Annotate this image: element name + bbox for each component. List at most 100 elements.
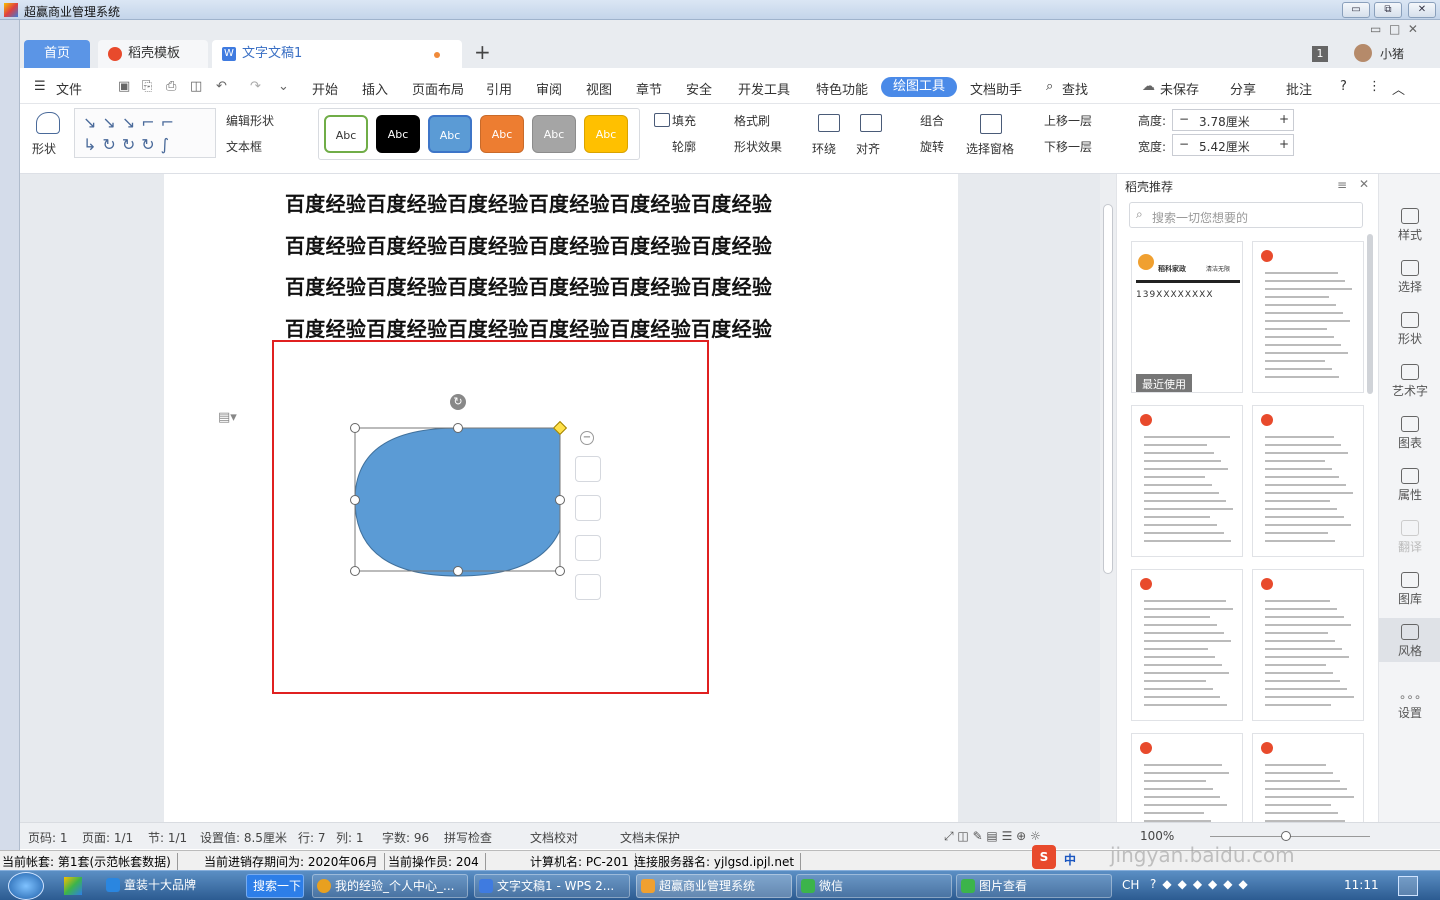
share-button[interactable]: 分享: [1230, 79, 1256, 98]
sogou-ime-icon[interactable]: S: [1032, 845, 1056, 869]
tool-style[interactable]: 样式: [1379, 208, 1440, 243]
fill-button[interactable]: 填充: [672, 112, 696, 129]
menu-review[interactable]: 审阅: [536, 79, 562, 98]
shape-gallery[interactable]: ↘↘↘⌐⌐ ↳↻↻↻∫: [74, 108, 216, 158]
shape-effect-button[interactable]: 形状效果: [734, 138, 782, 155]
undo-icon[interactable]: ↶: [216, 79, 227, 94]
pane-menu-icon[interactable]: ≡: [1337, 178, 1347, 192]
tool-theme[interactable]: 风格: [1379, 618, 1440, 662]
menu-layout[interactable]: 页面布局: [412, 79, 464, 98]
menu-search[interactable]: 查找: [1062, 79, 1088, 98]
menu-drawing-tools[interactable]: 绘图工具: [881, 77, 958, 97]
resize-handle[interactable]: [350, 495, 360, 505]
lang-indicator[interactable]: CH: [1122, 878, 1139, 892]
pane-close-icon[interactable]: ✕: [1359, 177, 1369, 191]
menu-doc-assistant[interactable]: 文档助手: [970, 79, 1022, 98]
wrap-button[interactable]: 环绕: [812, 140, 836, 157]
menu-chapter[interactable]: 章节: [636, 79, 662, 98]
outline-float-icon[interactable]: [575, 535, 601, 561]
resize-handle[interactable]: [555, 566, 565, 576]
pane-scrollbar[interactable]: [1367, 234, 1373, 394]
user-name[interactable]: 小猪: [1380, 45, 1404, 62]
send-backward-button[interactable]: 下移一层: [1044, 138, 1092, 155]
taskbar-item[interactable]: 图片查看: [956, 874, 1112, 898]
template-card[interactable]: [1252, 241, 1364, 393]
rotate-handle-icon[interactable]: ↻: [450, 394, 466, 410]
status-words[interactable]: 字数: 96: [382, 829, 429, 846]
save-icon[interactable]: ▣: [118, 79, 130, 94]
vertical-scrollbar[interactable]: [1100, 174, 1116, 822]
selected-shape[interactable]: [340, 390, 580, 590]
resize-handle[interactable]: [453, 423, 463, 433]
resize-handle[interactable]: [350, 423, 360, 433]
preview-icon[interactable]: ◫: [190, 79, 202, 94]
window-count-badge[interactable]: 1: [1312, 46, 1328, 62]
tool-translate[interactable]: 翻译: [1379, 520, 1440, 555]
menu-view[interactable]: 视图: [586, 79, 612, 98]
menu-special[interactable]: 特色功能: [816, 79, 868, 98]
width-value[interactable]: 5.42厘米: [1199, 138, 1250, 155]
template-card[interactable]: [1131, 569, 1243, 721]
tool-properties[interactable]: 属性: [1379, 468, 1440, 503]
inner-window-controls[interactable]: ▭ □ ✕: [1370, 22, 1418, 36]
search-icon[interactable]: ⌕: [1046, 79, 1053, 94]
taskbar-item[interactable]: 童装十大品牌: [102, 874, 242, 898]
bring-forward-button[interactable]: 上移一层: [1044, 112, 1092, 129]
collapse-ribbon-icon[interactable]: ︿: [1392, 79, 1405, 98]
template-card[interactable]: [1252, 569, 1364, 721]
resize-handle[interactable]: [453, 566, 463, 576]
height-plus-button[interactable]: +: [1279, 112, 1289, 126]
resize-handle[interactable]: [555, 495, 565, 505]
shape-style-button[interactable]: Abc: [480, 115, 524, 153]
zoom-level[interactable]: 100%: [1140, 829, 1174, 843]
resize-handle[interactable]: [350, 566, 360, 576]
fill-float-icon[interactable]: [575, 495, 601, 521]
shape-style-button[interactable]: Abc: [376, 115, 420, 153]
tool-chart[interactable]: 图表: [1379, 416, 1440, 451]
export-icon[interactable]: ⎘: [142, 79, 152, 94]
textbox-button[interactable]: 文本框: [226, 138, 262, 155]
taskbar-item[interactable]: 文字文稿1 - WPS 2...: [474, 874, 630, 898]
tab-home[interactable]: 首页: [24, 40, 90, 68]
menu-developer[interactable]: 开发工具: [738, 79, 790, 98]
tool-select[interactable]: 选择: [1379, 260, 1440, 295]
doc-line[interactable]: 百度经验百度经验百度经验百度经验百度经验百度经验: [285, 188, 772, 217]
view-mode-icons[interactable]: ⤢ ◫ ✎ ▤ ☰ ⊕ ☼: [944, 829, 1041, 844]
taskbar-item[interactable]: 微信: [796, 874, 952, 898]
format-brush-button[interactable]: 格式刷: [734, 112, 770, 129]
help-button[interactable]: ?: [1340, 79, 1347, 94]
shape-button[interactable]: 形状: [32, 140, 56, 157]
taskbar-item[interactable]: 搜索一下: [246, 874, 304, 898]
template-card[interactable]: [1131, 733, 1243, 823]
proof-button[interactable]: 文档校对: [530, 829, 578, 846]
menu-start[interactable]: 开始: [312, 79, 338, 98]
hamburger-icon[interactable]: ☰: [34, 79, 46, 94]
menu-file[interactable]: 文件: [56, 79, 82, 98]
template-card[interactable]: [1252, 733, 1364, 823]
pane-title[interactable]: 稻壳推荐: [1125, 178, 1173, 195]
pane-search-input[interactable]: ⌕ 搜索一切您想要的: [1129, 202, 1363, 228]
tray-icons[interactable]: ?◆◆◆◆◆◆: [1150, 877, 1254, 891]
shape-style-button[interactable]: Abc: [324, 115, 368, 153]
more-icon[interactable]: ⋮: [1368, 79, 1381, 94]
close-button[interactable]: ✕: [1408, 2, 1436, 18]
ime-lang[interactable]: 中: [1064, 851, 1076, 868]
doc-line[interactable]: 百度经验百度经验百度经验百度经验百度经验百度经验: [285, 313, 772, 342]
taskbar-item[interactable]: 我的经验_个人中心_...: [312, 874, 468, 898]
template-card[interactable]: [1131, 405, 1243, 557]
group-button[interactable]: 组合: [920, 112, 944, 129]
taskbar-item[interactable]: 超赢商业管理系统: [636, 874, 792, 898]
app-icon[interactable]: [64, 877, 82, 895]
clock[interactable]: 11:11: [1344, 878, 1379, 892]
doc-line[interactable]: 百度经验百度经验百度经验百度经验百度经验百度经验: [285, 271, 772, 300]
start-button[interactable]: [8, 872, 44, 900]
shape-icon[interactable]: [36, 112, 60, 134]
outline-button[interactable]: 轮廓: [672, 138, 696, 155]
menu-insert[interactable]: 插入: [362, 79, 388, 98]
collapse-float-icon[interactable]: −: [580, 431, 594, 445]
tool-settings[interactable]: ∘∘∘ 设置: [1379, 690, 1440, 721]
width-minus-button[interactable]: −: [1179, 137, 1189, 151]
height-value[interactable]: 3.78厘米: [1199, 113, 1250, 130]
tool-shape[interactable]: 形状: [1379, 312, 1440, 347]
height-minus-button[interactable]: −: [1179, 112, 1189, 126]
